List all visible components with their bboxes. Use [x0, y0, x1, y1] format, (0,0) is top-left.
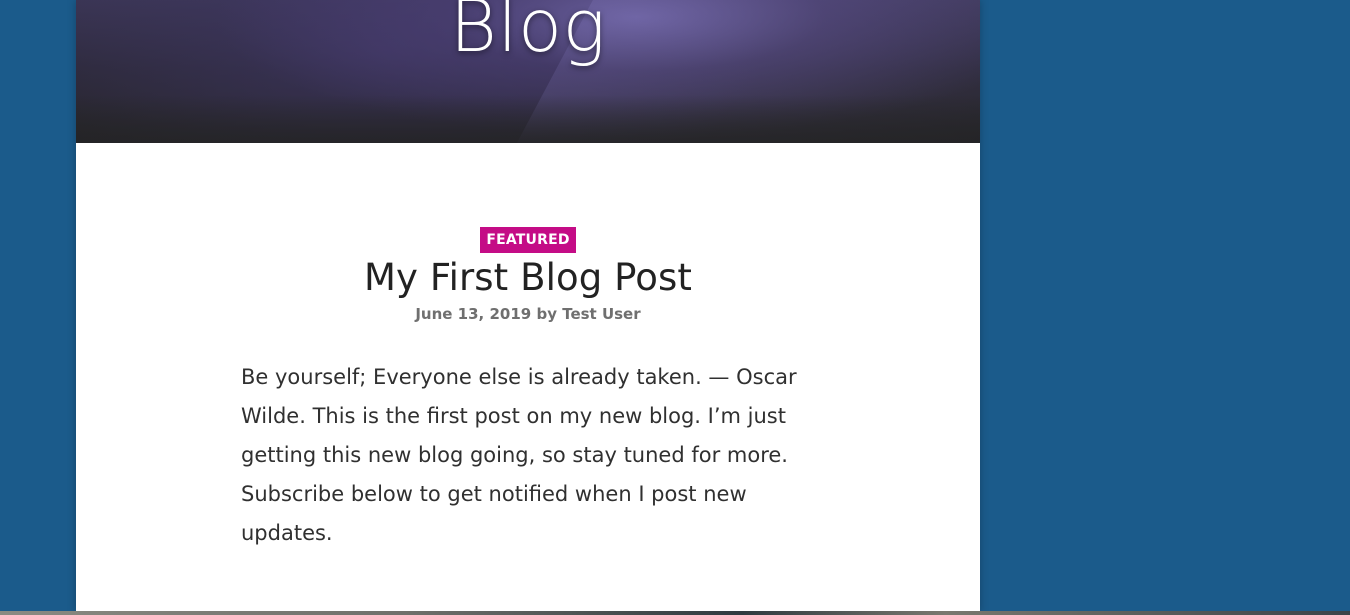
- post-title[interactable]: My First Blog Post: [76, 256, 980, 300]
- post-date[interactable]: June 13, 2019: [415, 305, 531, 323]
- post-body-text: Be yourself; Everyone else is already ta…: [241, 365, 797, 545]
- post-meta: June 13, 2019 by Test User: [76, 305, 980, 323]
- blog-header-hero: Blog: [76, 0, 980, 143]
- featured-post: FEATURED My First Blog Post June 13, 201…: [76, 227, 980, 323]
- blog-title: Blog: [449, 0, 607, 69]
- post-author[interactable]: Test User: [562, 305, 640, 323]
- background-image-strip: [0, 611, 1350, 615]
- page: Blog FEATURED My First Blog Post June 13…: [0, 0, 1350, 615]
- main-content-column: Blog FEATURED My First Blog Post June 13…: [76, 0, 980, 612]
- post-body: Be yourself; Everyone else is already ta…: [241, 358, 821, 553]
- byline-text: by: [536, 305, 557, 323]
- featured-badge[interactable]: FEATURED: [480, 227, 576, 253]
